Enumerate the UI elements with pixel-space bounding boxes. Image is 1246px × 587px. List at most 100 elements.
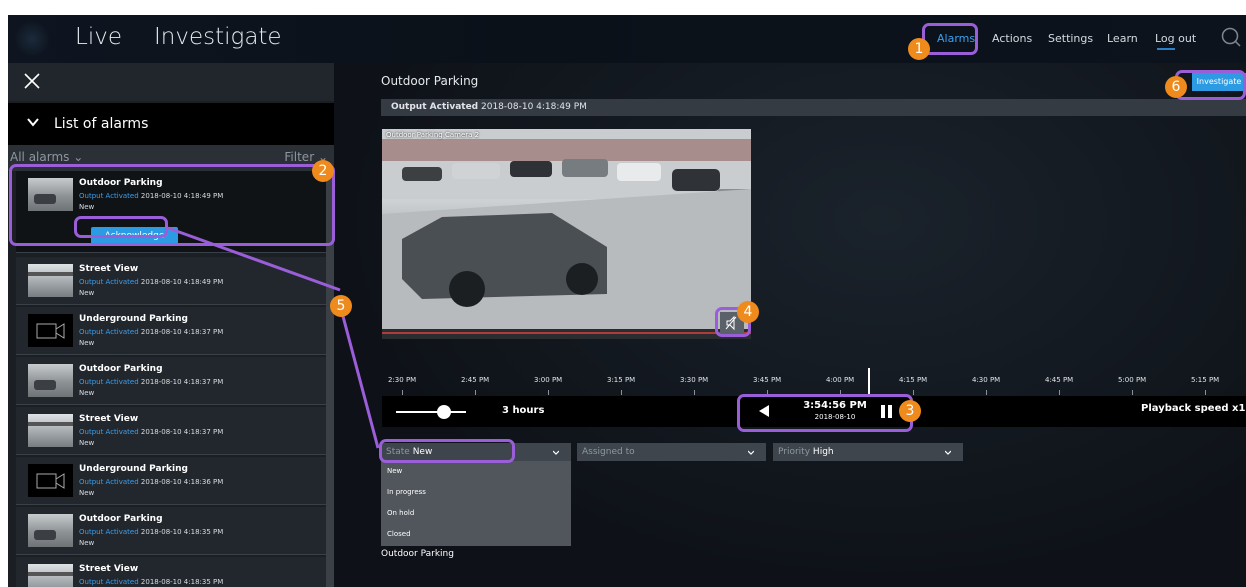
priority-label: Priority [778,447,811,457]
timeline-tick [1205,390,1206,395]
close-icon[interactable] [22,71,42,91]
alarm-event: Output Activated 2018-08-10 4:18:35 PM [79,578,223,586]
camera-icon [28,314,73,347]
event-label: Output Activated [391,102,479,112]
alarm-event: Output Activated 2018-08-10 4:18:37 PM [79,378,223,386]
timeline-tick [1059,390,1060,395]
annotation-badge-3: 3 [899,400,921,422]
alarm-name: Underground Parking [79,314,188,324]
tab-live[interactable]: Live [75,24,122,50]
alarm-event-type: Output Activated [79,478,139,486]
highlight-state [379,439,515,463]
timeline-tick-label: 3:15 PM [607,376,636,384]
source-name: Outdoor Parking [381,549,454,559]
assigned-to-dropdown[interactable]: Assigned to [577,443,766,461]
alarm-thumbnail [28,364,73,397]
app-window: Live Investigate Alarms Actions Settings… [8,15,1246,587]
alarm-list-item[interactable]: Underground Parking Output Activated 2018… [16,307,328,355]
timeline-tick-label: 2:45 PM [461,376,490,384]
timeline[interactable]: 2:30 PM 2:45 PM 3:00 PM 3:15 PM 3:30 PM 3:45 … [382,368,1246,398]
alarm-event: Output Activated 2018-08-10 4:18:37 PM [79,428,223,436]
state-option-closed[interactable]: Closed [387,530,411,538]
chevron-down-icon [553,450,559,455]
alarm-event-type: Output Activated [79,578,139,586]
chevron-down-icon [748,450,754,455]
nav-logout[interactable]: Log out [1155,32,1196,45]
all-alarms-dropdown[interactable]: All alarms ⌄ [10,150,83,164]
timeline-tick [548,390,549,395]
alarm-event-type: Output Activated [79,428,139,436]
page-title: Outdoor Parking [381,74,479,88]
alarm-event-type: Output Activated [79,328,139,336]
alarm-list-item[interactable]: Street View Output Activated 2018-08-10 4… [16,557,328,587]
alarm-list-item[interactable]: Outdoor Parking Output Activated 2018-08-… [16,357,328,405]
alarm-list-header[interactable]: List of alarms [8,103,334,145]
state-option-in-progress[interactable]: In progress [387,488,426,496]
chevron-down-icon [27,118,39,127]
highlight-alarms [922,23,978,55]
alarm-name: Street View [79,264,139,274]
alarm-list-item[interactable]: Outdoor Parking Output Activated 2018-08-… [16,507,328,555]
highlight-acknowledge [74,216,168,238]
alarm-time: 2018-08-10 4:18:37 PM [140,428,224,436]
timeline-tick [694,390,695,395]
alarm-thumbnail [28,414,73,447]
annotation-badge-1: 1 [908,38,930,60]
assigned-label: Assigned to [582,447,635,457]
alarm-state: New [79,439,95,447]
timeline-tick-label: 3:00 PM [534,376,563,384]
video-player[interactable]: Outdoor Parking Camera 2 [382,129,751,339]
alarm-name: Outdoor Parking [79,514,163,524]
alarm-details: Outdoor Parking Investigate Output Activ… [334,63,1246,587]
priority-dropdown[interactable]: Priority High [773,443,963,461]
state-options-menu: New In progress On hold Closed [381,461,571,546]
timeline-tick-label: 4:00 PM [826,376,855,384]
annotation-badge-5: 5 [330,295,352,317]
nav-learn[interactable]: Learn [1107,32,1138,45]
annotation-badge-6: 6 [1165,76,1187,98]
alarm-panel: List of alarms All alarms ⌄ Filter ⌄ Out… [8,63,334,587]
tab-investigate[interactable]: Investigate [154,24,282,50]
timeline-tick-label: 5:00 PM [1118,376,1147,384]
alarm-event: Output Activated 2018-08-10 4:18:49 PM [79,278,223,286]
state-option-new[interactable]: New [387,467,402,475]
event-time: 2018-08-10 4:18:49 PM [481,102,587,112]
timespan-slider-knob[interactable] [437,405,451,419]
nav-settings[interactable]: Settings [1048,32,1093,45]
alarm-event: Output Activated 2018-08-10 4:18:35 PM [79,528,223,536]
event-bar: Output Activated 2018-08-10 4:18:49 PM [381,99,1246,116]
alarm-list-title: List of alarms [54,116,149,132]
alarm-list-item[interactable]: Underground Parking Output Activated 2018… [16,457,328,505]
timeline-tick-label: 4:30 PM [972,376,1001,384]
alarm-name: Outdoor Parking [79,364,163,374]
timeline-tick-label: 4:45 PM [1045,376,1074,384]
alarm-state: New [79,339,95,347]
state-option-on-hold[interactable]: On hold [387,509,414,517]
alarm-thumbnail [28,564,73,587]
alarm-state: New [79,539,95,547]
alarm-state: New [79,289,95,297]
nav-actions[interactable]: Actions [992,32,1032,45]
playback-speed-dropdown[interactable]: Playback speed x1 ⌄ [1141,403,1246,414]
alarm-event-type: Output Activated [79,528,139,536]
panel-header [8,63,334,101]
timeline-tick-label: 4:15 PM [899,376,928,384]
timeline-tick [402,390,403,395]
camera-icon [28,464,73,497]
timeline-tick [913,390,914,395]
timespan-slider[interactable] [396,411,466,413]
priority-value: High [812,447,834,457]
alarm-time: 2018-08-10 4:18:37 PM [140,378,224,386]
highlight-playback [737,394,913,432]
search-icon[interactable] [1220,26,1242,48]
timeline-tick [1132,390,1133,395]
alarm-list-item[interactable]: Street View Output Activated 2018-08-10 4… [16,407,328,455]
alarm-time: 2018-08-10 4:18:35 PM [140,528,224,536]
alarm-name: Underground Parking [79,464,188,474]
timespan-label: 3 hours [502,405,545,416]
alarm-list-item[interactable]: Street View Output Activated 2018-08-10 4… [16,257,328,305]
logo-icon [14,21,50,57]
alarm-thumbnail [28,514,73,547]
annotation-badge-2: 2 [312,160,334,182]
alarm-event-type: Output Activated [79,378,139,386]
